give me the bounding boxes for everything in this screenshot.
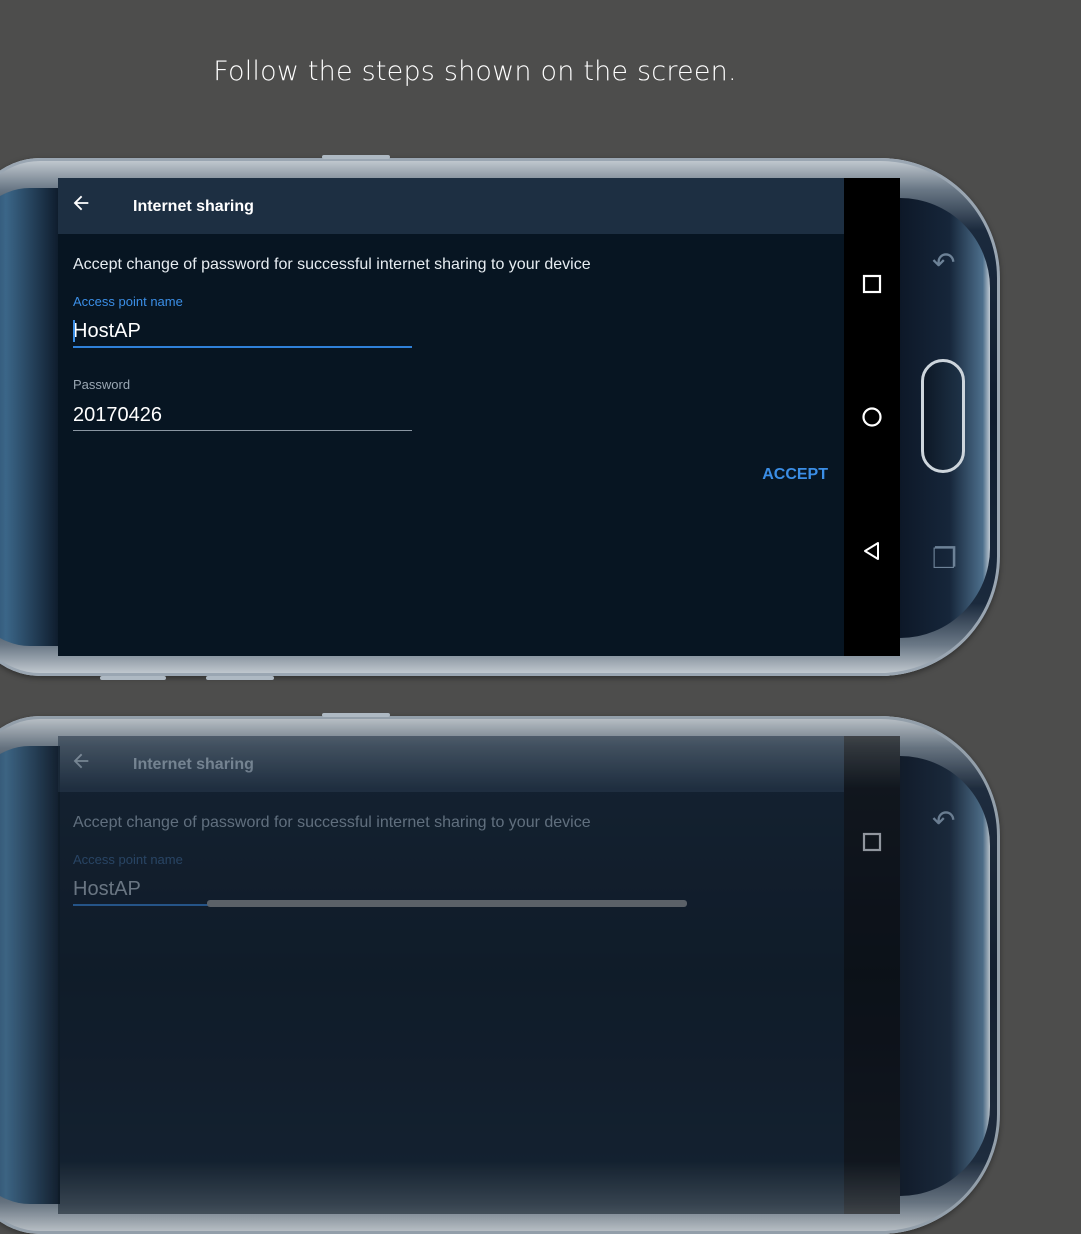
side-key <box>100 676 166 680</box>
recent-apps-icon[interactable] <box>856 268 888 300</box>
page-title: Internet sharing <box>133 198 254 215</box>
side-key <box>206 676 274 680</box>
instruction-text-reflection: Accept change of password for successful… <box>73 814 591 831</box>
password-input[interactable] <box>73 400 412 431</box>
volume-key <box>322 155 390 159</box>
instruction-text: Accept change of password for successful… <box>73 256 591 273</box>
access-point-name-input[interactable] <box>73 316 412 348</box>
navigation-bar <box>844 178 900 656</box>
device-screen-reflection: Internet sharing Accept change of passwo… <box>58 736 900 1214</box>
hardware-back-icon: ↶ <box>932 246 956 279</box>
device-screen: Internet sharing Accept change of passwo… <box>58 178 900 656</box>
recent-apps-icon <box>856 826 888 858</box>
back-arrow-icon <box>70 750 94 776</box>
page-title-reflection: Internet sharing <box>133 756 254 773</box>
accept-button[interactable]: ACCEPT <box>738 458 828 492</box>
hardware-home-button <box>921 359 965 473</box>
hardware-back-icon: ↶ <box>932 804 956 837</box>
home-icon[interactable] <box>856 401 888 433</box>
instruction-caption: Follow the steps shown on the screen. <box>213 56 737 87</box>
phone-reflection: ↶ Internet sharing Accept change of pass… <box>0 716 1000 1234</box>
back-icon[interactable] <box>856 535 888 567</box>
access-point-name-label-reflection: Access point name <box>73 852 183 867</box>
scroll-indicator <box>207 900 687 907</box>
back-arrow-icon[interactable] <box>70 192 94 218</box>
password-label: Password <box>73 377 131 392</box>
hardware-recent-icon: ❐ <box>932 542 958 575</box>
access-point-name-label: Access point name <box>73 294 183 309</box>
phone-frame: ↶ ❐ Internet sharing Accept change of pa… <box>0 158 1000 676</box>
volume-key-reflection <box>322 713 390 717</box>
app-bar: Internet sharing <box>58 178 844 234</box>
text-caret <box>73 320 75 342</box>
content-area: Accept change of password for successful… <box>58 234 844 656</box>
